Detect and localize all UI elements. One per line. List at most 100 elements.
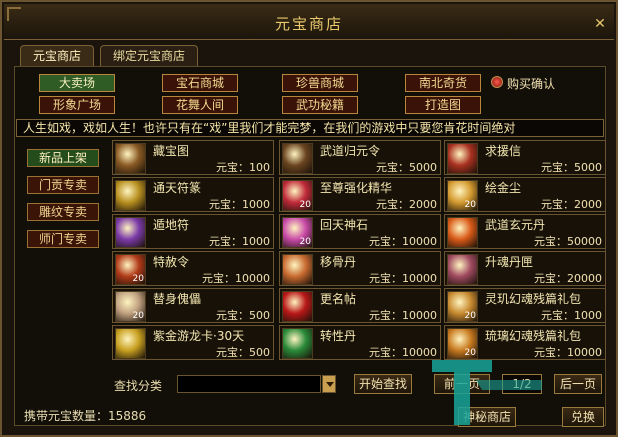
shop-item[interactable]: 20 回天神石 元宝：10000 [279, 214, 441, 249]
item-name: 替身傀儡 [153, 292, 202, 306]
letter-icon [447, 143, 478, 174]
category-pet-mall[interactable]: 珍兽商城 [282, 74, 358, 92]
balance-display: 携带元宝数量：15886 [24, 407, 146, 424]
talisman-icon [115, 180, 146, 211]
category-gem-mall[interactable]: 宝石商城 [162, 74, 238, 92]
category-skill-books[interactable]: 武功秘籍 [282, 96, 358, 114]
shop-tabs: 元宝商店 绑定元宝商店 [20, 45, 199, 67]
item-price: 元宝：10000 [369, 235, 437, 248]
tab-yuanbao-shop[interactable]: 元宝商店 [20, 45, 95, 67]
shop-item[interactable]: 升魂丹匣 元宝：20000 [444, 251, 606, 286]
item-price: 元宝：5000 [541, 161, 602, 174]
item-name: 绘金尘 [485, 181, 522, 195]
category-appearance[interactable]: 形象广场 [39, 96, 115, 114]
item-price: 元宝：100 [216, 161, 270, 174]
treasure-map-icon [115, 143, 146, 174]
purchase-confirm-radio[interactable] [491, 76, 503, 88]
item-name: 紫金游龙卡·30天 [153, 329, 245, 343]
elixir-icon [447, 217, 478, 248]
item-name: 通天符篆 [153, 181, 202, 195]
tab-bound-yuanbao-shop[interactable]: 绑定元宝商店 [100, 45, 199, 67]
balance-value: 15886 [108, 409, 147, 423]
essence-icon: 20 [282, 180, 313, 211]
gold-dust-icon: 20 [447, 180, 478, 211]
item-name: 琉璃幻魂残篇礼包 [485, 329, 582, 343]
item-price: 元宝：10000 [369, 309, 437, 322]
item-name: 更名帖 [320, 292, 357, 306]
shop-item[interactable]: 求援信 元宝：5000 [444, 140, 606, 175]
category-forging[interactable]: 打造图 [405, 96, 481, 114]
shop-item[interactable]: 通天符篆 元宝：1000 [112, 177, 274, 212]
rename-card-icon [282, 291, 313, 322]
pardon-icon: 20 [115, 254, 146, 285]
item-name: 灵玑幻魂残篇礼包 [485, 292, 582, 306]
item-name: 求援信 [485, 144, 522, 158]
shop-item[interactable]: 遁地符 元宝：1000 [112, 214, 274, 249]
item-price: 元宝：2000 [376, 198, 437, 211]
shop-item[interactable]: 武道玄元丹 元宝：50000 [444, 214, 606, 249]
title-bar: 元宝商店 ✕ [4, 4, 614, 40]
category-market[interactable]: 大卖场 [39, 74, 115, 92]
side-new-items[interactable]: 新品上架 [27, 149, 99, 167]
item-name: 武道归元令 [320, 144, 381, 158]
shop-item[interactable]: 移骨丹 元宝：10000 [279, 251, 441, 286]
item-name: 转性丹 [320, 329, 357, 343]
pill-icon [282, 254, 313, 285]
item-name: 特赦令 [153, 255, 190, 269]
item-name: 回天神石 [320, 218, 369, 232]
shop-item[interactable]: 20 绘金尘 元宝：2000 [444, 177, 606, 212]
stone-icon: 20 [282, 217, 313, 248]
purchase-confirm-label: 购买确认 [507, 77, 556, 91]
gift-pack-icon: 20 [447, 291, 478, 322]
escape-talisman-icon [115, 217, 146, 248]
shop-item[interactable]: 武道归元令 元宝：5000 [279, 140, 441, 175]
shop-item[interactable]: 紫金游龙卡·30天 元宝：500 [112, 325, 274, 360]
start-search-button[interactable]: 开始查找 [354, 374, 412, 394]
item-price: 元宝：50000 [534, 235, 602, 248]
item-price: 元宝：1000 [541, 309, 602, 322]
category-flowers[interactable]: 花舞人间 [162, 96, 238, 114]
item-name: 藏宝图 [153, 144, 190, 158]
item-price: 元宝：500 [216, 346, 270, 359]
puppet-icon: 20 [115, 291, 146, 322]
item-name: 至尊强化精华 [320, 181, 393, 195]
scrolling-announcement: 人生如戏，戏如人生！也许只有在“戏”里我们才能完梦，在我们的游戏中只要您肯花时间… [16, 119, 604, 137]
item-name: 升魂丹匣 [485, 255, 534, 269]
item-price: 元宝：500 [216, 309, 270, 322]
item-grid: 藏宝图 元宝：100 武道归元令 元宝：5000 求援信 元宝：5000 通天符… [112, 140, 608, 363]
exchange-button[interactable]: 兑换 [562, 407, 604, 427]
item-price: 元宝：10000 [369, 272, 437, 285]
window-title: 元宝商店 [274, 15, 343, 33]
item-price: 元宝：1000 [209, 198, 270, 211]
close-icon[interactable]: ✕ [592, 16, 608, 32]
item-price: 元宝：2000 [541, 198, 602, 211]
item-price: 元宝：10000 [202, 272, 270, 285]
item-price: 元宝：5000 [376, 161, 437, 174]
item-price: 元宝：1000 [209, 235, 270, 248]
site-watermark-logo [432, 360, 542, 425]
item-name: 移骨丹 [320, 255, 357, 269]
shop-window: 元宝商店 ✕ 元宝商店 绑定元宝商店 大卖场 宝石商城 珍兽商城 南北奇货 形象… [0, 0, 618, 437]
shop-item[interactable]: 转性丹 元宝：10000 [279, 325, 441, 360]
gender-pill-icon [282, 328, 313, 359]
next-page-button[interactable]: 后一页 [554, 374, 602, 394]
search-category-label: 查找分类 [114, 379, 163, 393]
item-price: 元宝：20000 [534, 272, 602, 285]
side-engraving-shop[interactable]: 雕纹专卖 [27, 203, 99, 221]
search-category-input[interactable] [177, 375, 321, 393]
shop-item[interactable]: 20 灵玑幻魂残篇礼包 元宝：1000 [444, 288, 606, 323]
shop-item[interactable]: 藏宝图 元宝：100 [112, 140, 274, 175]
token-icon [282, 143, 313, 174]
chevron-down-icon[interactable] [322, 375, 336, 393]
dragon-card-icon [115, 328, 146, 359]
balance-label: 携带元宝数量： [24, 409, 109, 423]
item-name: 武道玄元丹 [485, 218, 546, 232]
shop-item[interactable]: 20 至尊强化精华 元宝：2000 [279, 177, 441, 212]
side-sect-shop[interactable]: 师门专卖 [27, 230, 99, 248]
box-icon [447, 254, 478, 285]
shop-item[interactable]: 20 特赦令 元宝：10000 [112, 251, 274, 286]
category-rare-goods[interactable]: 南北奇货 [405, 74, 481, 92]
shop-item[interactable]: 更名帖 元宝：10000 [279, 288, 441, 323]
shop-item[interactable]: 20 替身傀儡 元宝：500 [112, 288, 274, 323]
side-contribution-shop[interactable]: 门贡专卖 [27, 176, 99, 194]
